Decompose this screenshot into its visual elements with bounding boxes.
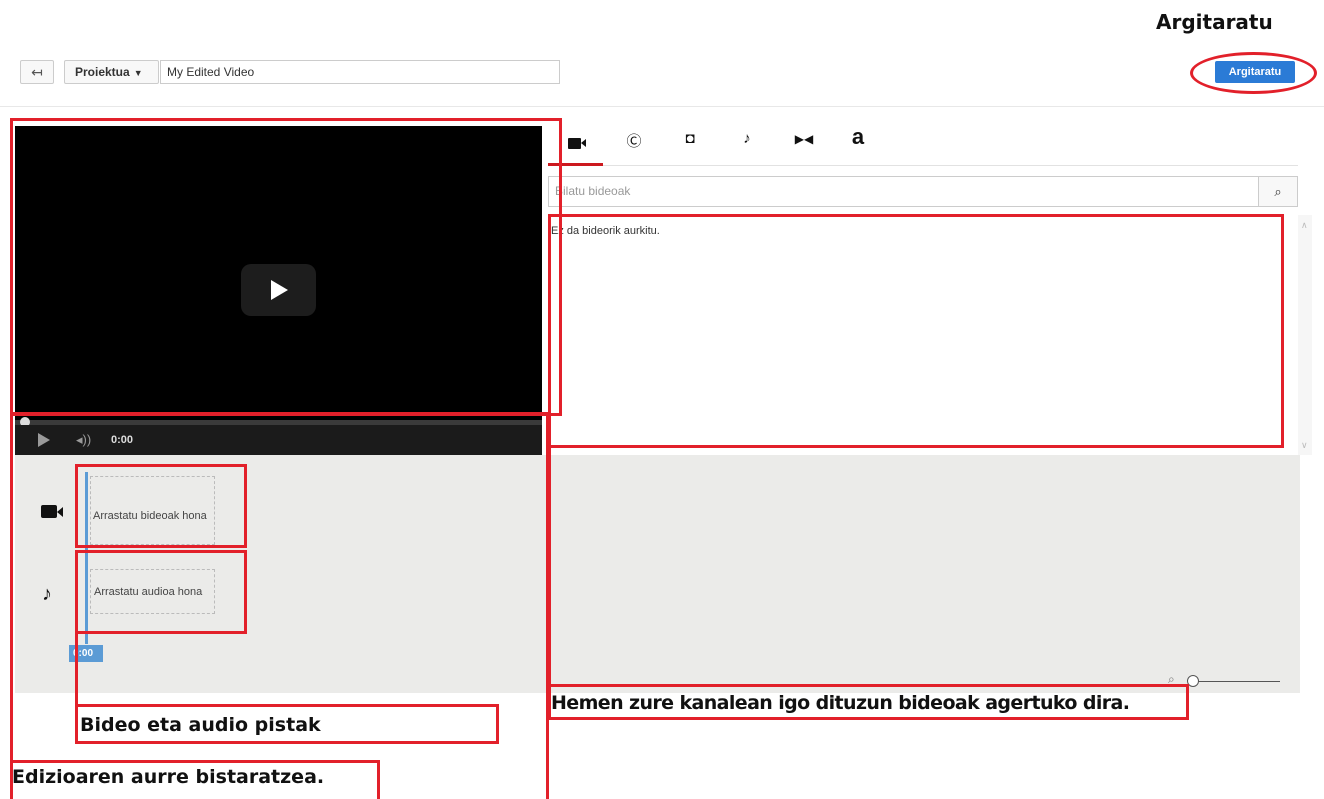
tracks-annotation-label: Bideo eta audio pistak xyxy=(80,714,321,736)
publish-annotation-ellipse xyxy=(1190,52,1317,94)
project-menu-button[interactable]: Proiektua ▼ xyxy=(64,60,159,84)
caret-down-icon: ▼ xyxy=(133,68,143,78)
video-track-annotation-box xyxy=(75,464,247,548)
back-arrow-icon: ↤ xyxy=(31,64,43,80)
audio-track-annotation-box xyxy=(75,550,247,634)
tab-text[interactable]: a xyxy=(846,124,870,150)
project-title-input[interactable]: My Edited Video xyxy=(160,60,560,84)
results-scrollbar[interactable] xyxy=(1298,215,1312,455)
music-note-icon: ♪ xyxy=(743,130,751,147)
source-tabs xyxy=(548,126,1298,166)
results-annotation-connector xyxy=(548,448,551,688)
scroll-down-icon[interactable]: ∨ xyxy=(1301,440,1308,451)
back-button[interactable]: ↤ xyxy=(20,60,54,84)
channel-annotation-label: Hemen zure kanalean igo dituzun bideoak … xyxy=(551,692,1130,714)
zoom-slider-track[interactable] xyxy=(1190,681,1280,682)
creative-commons-icon: Ⓒ xyxy=(626,133,642,150)
tab-creative-commons[interactable]: Ⓒ xyxy=(622,130,646,156)
video-camera-icon xyxy=(568,138,581,149)
toolbar-divider xyxy=(0,106,1324,107)
tab-transitions[interactable]: ▶◀ xyxy=(787,130,821,156)
photo-camera-icon: ◘ xyxy=(685,130,695,147)
results-annotation-box xyxy=(548,214,1284,448)
scroll-up-icon[interactable]: ∧ xyxy=(1301,220,1308,231)
project-menu-label: Proiektua xyxy=(75,65,130,79)
tracks-annotation-connector xyxy=(75,634,78,704)
transitions-icon: ▶◀ xyxy=(794,132,814,146)
tab-audio[interactable]: ♪ xyxy=(735,130,759,156)
search-button[interactable]: ⌕ xyxy=(1258,176,1298,207)
search-icon: ⌕ xyxy=(1274,184,1282,199)
tab-photos[interactable]: ◘ xyxy=(678,130,702,156)
text-icon: a xyxy=(851,124,865,149)
preview-annotation-box xyxy=(10,118,562,416)
tab-videos[interactable] xyxy=(566,130,590,156)
video-search-input[interactable]: Bilatu bideoak xyxy=(548,176,1259,207)
video-camera-lens-icon xyxy=(581,139,586,147)
preview-annotation-label: Edizioaren aurre bistaratzea. xyxy=(12,766,325,788)
publish-annotation-label: Argitaratu xyxy=(1156,10,1273,34)
